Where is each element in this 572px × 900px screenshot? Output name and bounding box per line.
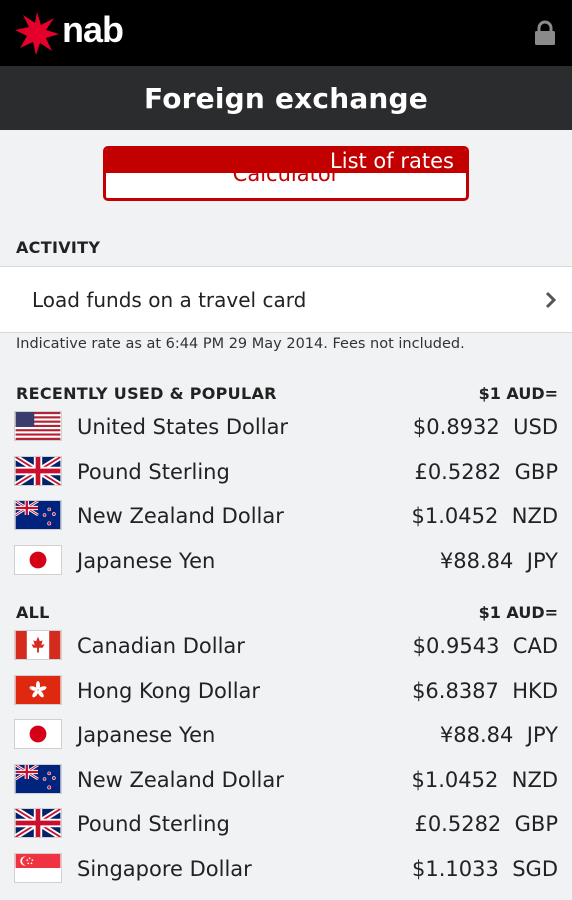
- currency-row[interactable]: Pound Sterling £0.5282 GBP: [0, 802, 572, 847]
- recent-unit-label: $1 AUD=: [478, 384, 558, 403]
- currency-code: HKD: [512, 678, 558, 703]
- japan-flag-icon: [14, 719, 62, 749]
- hong-kong-flag-icon: [14, 674, 62, 705]
- recent-currency-list: United States Dollar $0.8932 USD Pound S…: [0, 405, 572, 583]
- currency-name: Japanese Yen: [77, 548, 216, 573]
- currency-row[interactable]: New Zealand Dollar $1.0452 NZD: [0, 494, 572, 539]
- uk-flag-icon: [14, 808, 62, 838]
- load-funds-label: Load funds on a travel card: [32, 287, 307, 312]
- currency-code: GBP: [514, 459, 558, 484]
- currency-name: Hong Kong Dollar: [77, 678, 261, 703]
- uk-flag-icon: [14, 455, 62, 486]
- view-segmented-control: Calculator List of rates: [103, 146, 469, 201]
- rate-value: $1.0452: [411, 767, 499, 792]
- currency-name: Japanese Yen: [77, 723, 216, 748]
- all-heading: ALL: [16, 603, 50, 622]
- all-currency-list: Canadian Dollar $0.9543 CAD Hong Kong Do…: [0, 624, 572, 891]
- activity-heading: ACTIVITY: [16, 238, 101, 257]
- us-flag-icon: [14, 411, 62, 441]
- currency-rate: $1.0452 NZD: [412, 768, 558, 792]
- lock-icon[interactable]: [532, 20, 558, 46]
- rate-value: £0.5282: [414, 812, 502, 837]
- currency-rate: ¥88.84 JPY: [440, 723, 558, 747]
- currency-name: New Zealand Dollar: [77, 767, 284, 792]
- nz-flag-icon: [14, 500, 62, 530]
- currency-name: New Zealand Dollar: [77, 504, 284, 529]
- currency-rate: £0.5282 GBP: [414, 812, 558, 836]
- currency-row[interactable]: Canadian Dollar $0.9543 CAD: [0, 624, 572, 669]
- currency-rate: $0.9543 CAD: [413, 634, 558, 658]
- japan-flag-icon: [14, 544, 62, 575]
- currency-row[interactable]: United States Dollar $0.8932 USD: [0, 405, 572, 450]
- currency-row[interactable]: Japanese Yen ¥88.84 JPY: [0, 713, 572, 758]
- currency-name: Canadian Dollar: [77, 634, 245, 659]
- currency-name: Pound Sterling: [77, 812, 230, 837]
- currency-rate: $6.8387 HKD: [412, 679, 558, 703]
- rate-value: £0.5282: [414, 459, 502, 484]
- rate-value: $0.9543: [412, 634, 500, 659]
- currency-code: SGD: [512, 856, 558, 881]
- currency-row[interactable]: Japanese Yen ¥88.84 JPY: [0, 539, 572, 584]
- singapore-flag-icon: [14, 852, 62, 883]
- all-unit-label: $1 AUD=: [478, 603, 558, 622]
- currency-rate: ¥88.84 JPY: [440, 549, 558, 573]
- currency-name: United States Dollar: [77, 415, 289, 440]
- currency-row[interactable]: Hong Kong Dollar $6.8387 HKD: [0, 669, 572, 714]
- rate-value: $1.1033: [412, 856, 499, 881]
- currency-name: Singapore Dollar: [77, 856, 252, 881]
- currency-name: Pound Sterling: [77, 459, 230, 484]
- nz-flag-icon: [14, 763, 62, 794]
- page-title: Foreign exchange: [144, 81, 428, 115]
- canada-flag-icon: [14, 630, 62, 660]
- chevron-right-icon: [545, 291, 557, 309]
- currency-rate: $1.0452 NZD: [412, 504, 558, 528]
- currency-code: GBP: [514, 812, 558, 837]
- currency-row[interactable]: Singapore Dollar $1.1033 SGD: [0, 847, 572, 892]
- title-bar: Foreign exchange: [0, 66, 572, 130]
- rate-value: $0.8932: [412, 415, 500, 440]
- currency-code: NZD: [511, 767, 558, 792]
- rate-value: $6.8387: [412, 678, 499, 703]
- logo-text: nab: [62, 9, 124, 50]
- currency-rate: $1.1033 SGD: [412, 857, 558, 881]
- currency-code: NZD: [511, 504, 558, 529]
- currency-code: CAD: [512, 634, 558, 659]
- currency-rate: £0.5282 GBP: [414, 460, 558, 484]
- indicative-rate-note: Indicative rate as at 6:44 PM 29 May 201…: [16, 336, 465, 352]
- rate-value: ¥88.84: [439, 723, 514, 748]
- currency-code: USD: [513, 415, 558, 440]
- nab-star-icon: [15, 12, 59, 55]
- currency-code: JPY: [526, 548, 558, 573]
- nab-logo[interactable]: nab: [14, 9, 124, 56]
- rate-value: ¥88.84: [439, 548, 514, 573]
- tab-list-of-rates[interactable]: List of rates: [106, 149, 466, 173]
- recent-heading: RECENTLY USED & POPULAR: [16, 384, 277, 403]
- currency-rate: $0.8932 USD: [413, 415, 558, 439]
- rate-value: $1.0452: [411, 504, 499, 529]
- top-bar: nab: [0, 0, 572, 66]
- currency-row[interactable]: Pound Sterling £0.5282 GBP: [0, 450, 572, 495]
- currency-row[interactable]: New Zealand Dollar $1.0452 NZD: [0, 758, 572, 803]
- currency-code: JPY: [526, 723, 558, 748]
- load-funds-row[interactable]: Load funds on a travel card: [0, 266, 572, 333]
